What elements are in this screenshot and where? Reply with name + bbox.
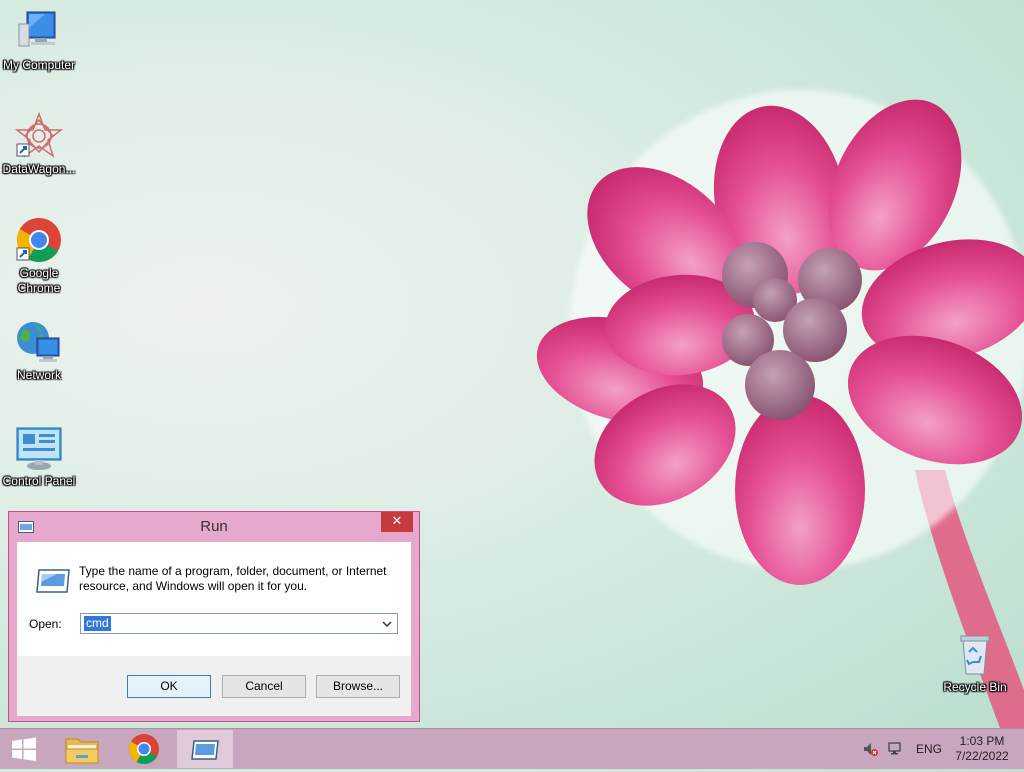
network-icon — [17, 322, 60, 362]
desktop-icon-datawagon[interactable]: DataWagon... — [1, 112, 77, 177]
language-indicator[interactable]: ENG — [916, 742, 942, 756]
taskbar-run[interactable] — [176, 729, 234, 769]
close-button[interactable]: ✕ — [381, 512, 413, 532]
desktop-icon-google-chrome[interactable]: Google Chrome — [1, 216, 77, 296]
chrome-icon — [128, 734, 159, 765]
network-tray-icon[interactable] — [887, 741, 903, 757]
chrome-icon — [16, 218, 61, 262]
desktop-icon-label: Control Panel — [2, 474, 76, 488]
open-combobox[interactable]: cmd — [80, 613, 398, 634]
run-dialog: Run ✕ Type the name of a program, folder… — [8, 511, 420, 722]
desktop-icon-label: DataWagon... — [2, 162, 76, 176]
windows-logo-icon — [12, 737, 36, 761]
run-icon — [191, 740, 219, 760]
taskbar: ENG 1:03 PM 7/22/2022 — [0, 728, 1024, 769]
desktop-icon-network[interactable]: Network — [1, 318, 77, 383]
browse-button[interactable]: Browse... — [316, 675, 400, 698]
computer-icon — [18, 11, 56, 47]
ok-button[interactable]: OK — [127, 675, 211, 698]
desktop-icon-label: Google Chrome — [17, 266, 61, 295]
desktop-icon-label: Recycle Bin — [943, 680, 1007, 694]
desktop-icon-control-panel[interactable]: Control Panel — [1, 424, 77, 489]
desktop-icon-my-computer[interactable]: My Computer — [1, 8, 77, 73]
desktop-icon-label: My Computer — [2, 58, 76, 72]
run-titlebar[interactable]: Run ✕ — [9, 512, 419, 542]
desktop-icon-recycle-bin[interactable]: Recycle Bin — [937, 630, 1013, 695]
recycle-bin-icon — [960, 635, 990, 675]
cancel-button[interactable]: Cancel — [222, 675, 306, 698]
datawagon-logo-icon — [15, 112, 63, 158]
clock[interactable]: 1:03 PM 7/22/2022 — [948, 734, 1016, 764]
open-label: Open: — [29, 617, 62, 631]
open-input[interactable]: cmd — [84, 616, 111, 631]
run-dialog-title: Run — [200, 518, 228, 535]
desktop-icon-label: Network — [16, 368, 61, 382]
clock-date: 7/22/2022 — [955, 749, 1009, 763]
chevron-down-icon[interactable] — [381, 618, 393, 630]
control-panel-icon — [16, 427, 62, 470]
taskbar-file-explorer[interactable] — [58, 729, 106, 769]
start-button[interactable] — [0, 729, 48, 769]
run-dialog-content: Type the name of a program, folder, docu… — [17, 542, 411, 656]
run-description: Type the name of a program, folder, docu… — [79, 564, 387, 593]
clock-time: 1:03 PM — [959, 734, 1005, 748]
folder-icon — [65, 738, 99, 764]
taskbar-chrome[interactable] — [120, 729, 168, 769]
run-dialog-body: Type the name of a program, folder, docu… — [17, 542, 411, 716]
run-program-icon — [36, 569, 70, 593]
speaker-muted-icon[interactable] — [862, 741, 878, 757]
